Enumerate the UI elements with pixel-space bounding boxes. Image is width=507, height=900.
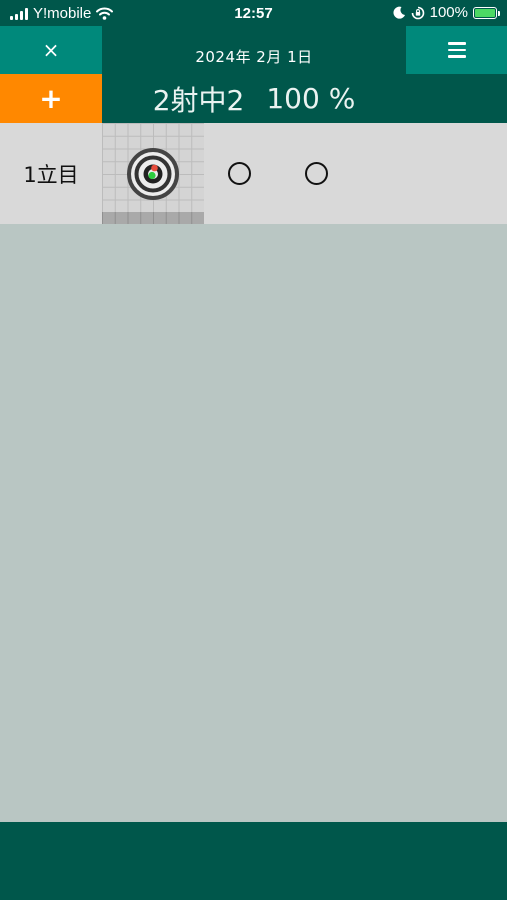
round-row: 1立目 bbox=[0, 123, 507, 224]
shot-1-target-cell[interactable] bbox=[102, 123, 204, 224]
close-button[interactable]: × bbox=[0, 26, 102, 74]
arrow-hit-green bbox=[148, 171, 156, 180]
plus-icon: + bbox=[39, 82, 63, 115]
menu-button[interactable] bbox=[406, 26, 507, 74]
orientation-lock-icon bbox=[411, 6, 424, 19]
battery-charging-icon bbox=[473, 6, 500, 19]
round-label: 1立目 bbox=[23, 162, 79, 187]
add-button[interactable]: + bbox=[0, 74, 102, 123]
score-summary: 2射中2 100 % bbox=[102, 74, 406, 123]
score-text: 2射中2 bbox=[152, 83, 245, 117]
header: × 2024年 2月 1日 + 2射中2 100 % bbox=[0, 26, 507, 123]
content-area bbox=[0, 224, 507, 822]
close-icon: × bbox=[42, 38, 60, 62]
status-right: 100% bbox=[393, 4, 500, 21]
hamburger-icon bbox=[447, 42, 466, 58]
battery-fill bbox=[475, 8, 495, 17]
shot-2-hit-mark[interactable] bbox=[228, 162, 251, 185]
arrow-hit-red bbox=[151, 164, 158, 172]
footer-bar bbox=[0, 822, 507, 900]
status-bar: Y!mobile 12:57 100% bbox=[0, 0, 507, 26]
moon-icon bbox=[393, 6, 405, 19]
shot-3-hit-mark[interactable] bbox=[305, 162, 328, 185]
battery-percent: 100% bbox=[429, 4, 468, 21]
target-cell-footer bbox=[102, 212, 204, 224]
percent-text: 100 % bbox=[266, 82, 356, 115]
target-icon bbox=[127, 148, 179, 200]
